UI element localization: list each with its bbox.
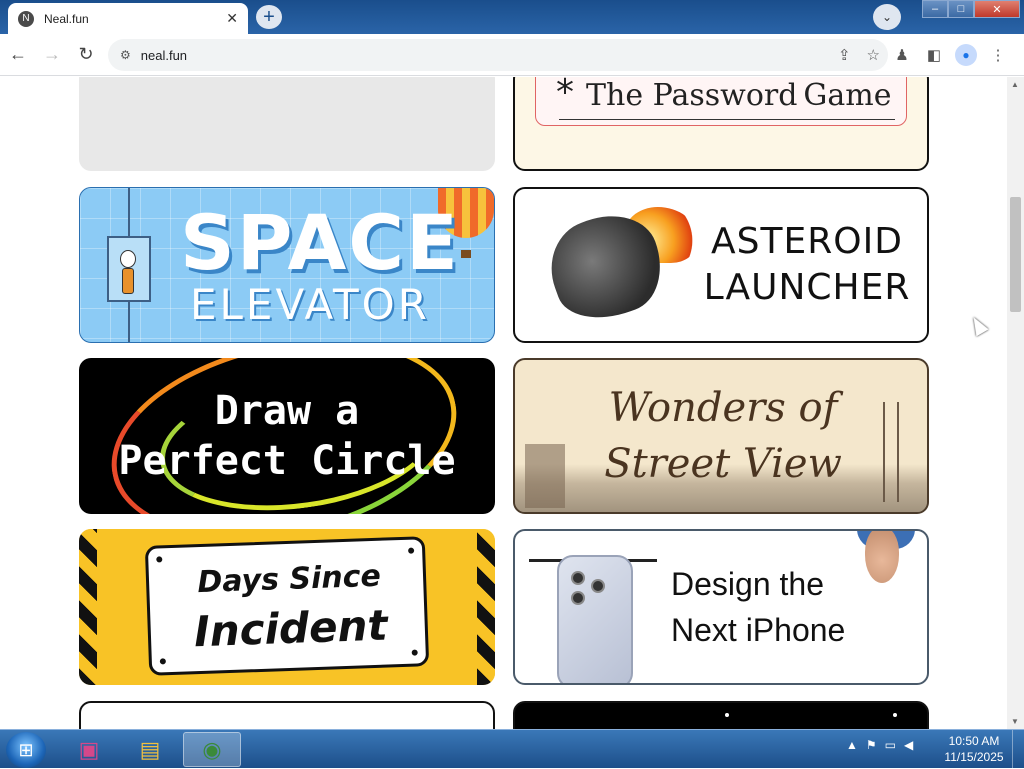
person-head-icon bbox=[865, 531, 899, 583]
password-game-title: The Password bbox=[586, 78, 798, 113]
incident-sign: Days Since Incident bbox=[144, 536, 430, 676]
scroll-down-icon[interactable]: ▼ bbox=[1011, 717, 1019, 726]
profile-avatar-icon[interactable]: ● bbox=[955, 44, 977, 66]
scroll-up-icon[interactable]: ▲ bbox=[1011, 80, 1019, 89]
page-viewport: * The Password Game SPACE ELEVATOR ASTER… bbox=[0, 77, 1007, 729]
close-tab-icon[interactable]: ✕ bbox=[226, 10, 238, 27]
card-partial-bottom-right[interactable] bbox=[513, 701, 929, 729]
system-tray: ▲ ⚑ ▭ ◀ bbox=[842, 738, 917, 752]
url-text[interactable]: neal.fun bbox=[141, 48, 830, 63]
card-days-since-incident[interactable]: Days Since Incident bbox=[79, 529, 495, 685]
page-scrollbar[interactable]: ▲ ▼ bbox=[1007, 77, 1024, 729]
window-controls: – □ ✕ bbox=[922, 0, 1020, 18]
iphone-icon bbox=[557, 555, 633, 683]
card-asteroid-launcher[interactable]: ASTEROID LAUNCHER bbox=[513, 187, 929, 343]
asteroid-launcher-title: ASTEROID LAUNCHER bbox=[695, 219, 919, 311]
perfect-circle-title: Draw a Perfect Circle bbox=[79, 386, 495, 486]
person-body-icon bbox=[122, 268, 134, 294]
start-button[interactable]: ⊞ bbox=[6, 732, 46, 768]
address-bar[interactable]: ⚙ neal.fun ⇪ ☆ bbox=[108, 39, 888, 71]
password-game-title-2: Game bbox=[803, 78, 892, 113]
asteroid-title-1: ASTEROID bbox=[711, 221, 903, 262]
clock-date: 11/15/2025 bbox=[944, 750, 1004, 764]
windows-taskbar: ⊞ ▣ ▤ ◉ ▲ ⚑ ▭ ◀ 10:50 AM 11/15/2025 bbox=[0, 729, 1024, 769]
card-design-next-iphone[interactable]: Design the Next iPhone bbox=[513, 529, 929, 685]
hazard-stripes-right bbox=[477, 529, 495, 685]
person-head-icon bbox=[120, 250, 136, 268]
menu-kebab-icon[interactable]: ⋮ bbox=[982, 41, 1014, 69]
scrollbar-thumb[interactable] bbox=[1010, 197, 1021, 312]
site-info-icon[interactable]: ⚙ bbox=[120, 48, 131, 62]
tab-neal-fun[interactable]: N Neal.fun ✕ bbox=[8, 3, 248, 34]
maximize-button[interactable]: □ bbox=[948, 0, 974, 18]
space-elevator-title-1: SPACE bbox=[180, 198, 460, 287]
tab-title: Neal.fun bbox=[44, 11, 89, 26]
asterisk-icon: * bbox=[556, 77, 574, 113]
days-since-title-2: Incident bbox=[193, 600, 389, 657]
space-elevator-title-2: ELEVATOR bbox=[190, 280, 430, 329]
sign-bolt-icon bbox=[408, 547, 415, 554]
card-password-game[interactable]: * The Password Game bbox=[513, 77, 929, 171]
tray-expand-icon[interactable]: ▲ bbox=[846, 738, 858, 752]
sign-bolt-icon bbox=[159, 658, 166, 665]
hazard-stripes-left bbox=[79, 529, 97, 685]
clock-time: 10:50 AM bbox=[948, 734, 1000, 748]
share-icon[interactable]: ⇪ bbox=[838, 46, 851, 64]
extension-icon[interactable]: ♟ bbox=[886, 41, 918, 69]
password-underline bbox=[559, 119, 895, 120]
star-icon bbox=[725, 713, 729, 717]
camera-lens-icon bbox=[571, 571, 585, 585]
browser-titlebar: N Neal.fun ✕ + ⌄ – □ ✕ bbox=[0, 0, 1024, 34]
minimize-button[interactable]: – bbox=[922, 0, 948, 18]
card-space-elevator[interactable]: SPACE ELEVATOR bbox=[79, 187, 495, 343]
asteroid-title-2: LAUNCHER bbox=[703, 267, 911, 308]
iphone-title: Design the Next iPhone bbox=[671, 561, 845, 653]
camera-lens-icon bbox=[571, 591, 585, 605]
card-wonders-of-street-view[interactable]: Wonders of Street View bbox=[513, 358, 929, 514]
iphone-title-2: Next iPhone bbox=[671, 612, 846, 648]
taskbar-clock[interactable]: 10:50 AM 11/15/2025 bbox=[938, 733, 1010, 765]
mouse-cursor-icon bbox=[967, 313, 989, 337]
balloon-basket-icon bbox=[461, 250, 471, 258]
sign-bolt-icon bbox=[411, 649, 418, 656]
card-placeholder[interactable] bbox=[79, 77, 495, 171]
tab-search-button[interactable]: ⌄ bbox=[873, 4, 901, 30]
sign-bolt-icon bbox=[156, 556, 163, 563]
action-center-flag-icon[interactable]: ⚑ bbox=[866, 738, 877, 752]
close-window-button[interactable]: ✕ bbox=[974, 0, 1020, 18]
browser-toolbar: ← → ↻ ⚙ neal.fun ⇪ ☆ ♟ ◧ ● ⋮ bbox=[0, 34, 1024, 76]
wonders-title: Wonders of Street View bbox=[515, 380, 927, 492]
bookmark-star-icon[interactable]: ☆ bbox=[867, 46, 880, 64]
wonders-title-2: Street View bbox=[604, 441, 842, 487]
network-icon[interactable]: ▭ bbox=[885, 738, 896, 752]
forward-button[interactable]: → bbox=[36, 39, 68, 71]
circle-title-1: Draw a bbox=[214, 388, 360, 434]
card-draw-perfect-circle[interactable]: Draw a Perfect Circle bbox=[79, 358, 495, 514]
back-button[interactable]: ← bbox=[2, 39, 34, 71]
side-panel-icon[interactable]: ◧ bbox=[918, 41, 950, 69]
volume-muted-icon[interactable]: ◀ bbox=[904, 738, 913, 752]
days-since-title-1: Days Since bbox=[196, 558, 382, 601]
neal-fun-favicon-icon: N bbox=[18, 10, 34, 27]
card-partial-bottom-left[interactable] bbox=[79, 701, 495, 729]
taskbar-app-icon[interactable]: ▣ bbox=[60, 732, 118, 767]
wonders-title-1: Wonders of bbox=[608, 385, 838, 431]
new-tab-button[interactable]: + bbox=[256, 5, 282, 29]
circle-title-2: Perfect Circle bbox=[118, 438, 456, 484]
reload-button[interactable]: ↻ bbox=[70, 39, 102, 71]
star-icon bbox=[893, 713, 897, 717]
taskbar-file-explorer-icon[interactable]: ▤ bbox=[121, 732, 179, 767]
toolbar-right-icons: ♟ ◧ ● ⋮ bbox=[886, 41, 1014, 69]
taskbar-chrome-icon[interactable]: ◉ bbox=[183, 732, 241, 767]
camera-lens-icon bbox=[591, 579, 605, 593]
show-desktop-button[interactable] bbox=[1012, 730, 1024, 769]
iphone-title-1: Design the bbox=[671, 566, 824, 602]
